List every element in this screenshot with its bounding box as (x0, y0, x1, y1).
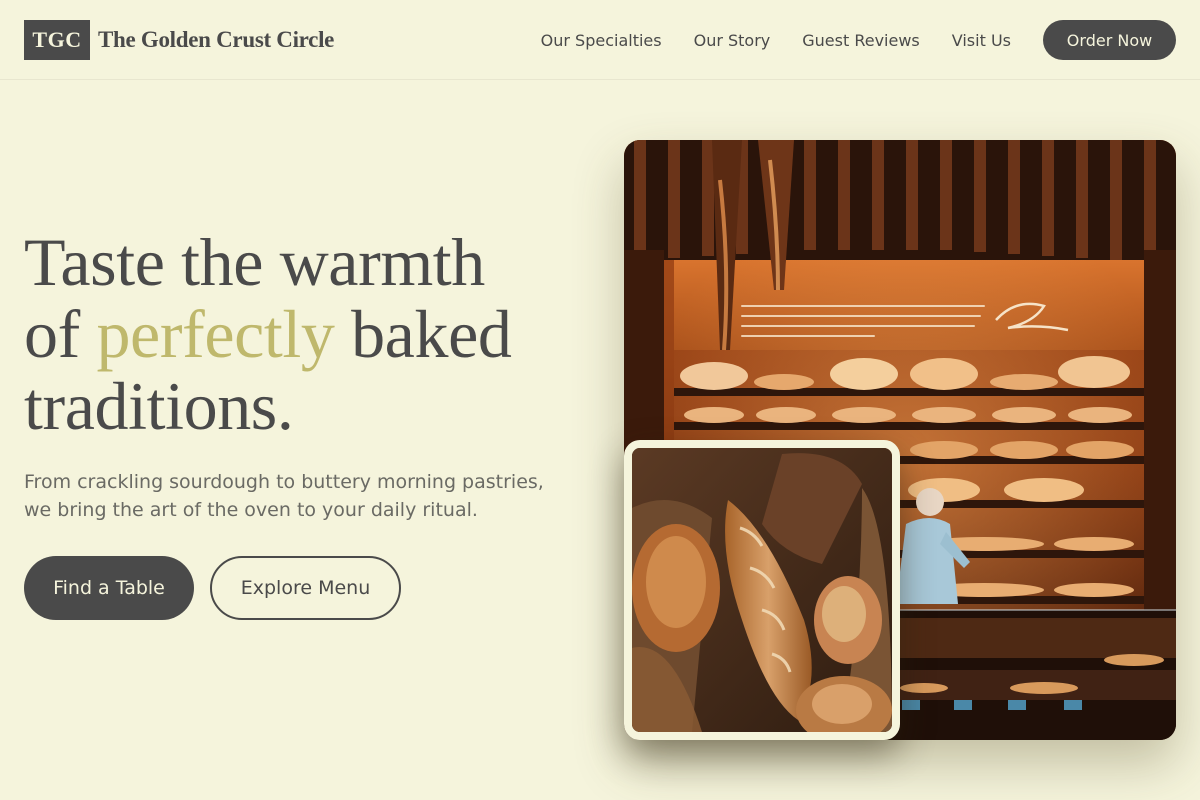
main-nav: Our Specialties Our Story Guest Reviews … (541, 20, 1176, 60)
logo-mark: TGC (24, 20, 90, 60)
find-table-button[interactable]: Find a Table (24, 556, 194, 620)
headline-line-1: Taste the warmth (24, 224, 485, 300)
hero-cta-group: Find a Table Explore Menu (24, 556, 584, 620)
headline-line-2-suffix: baked (334, 296, 512, 372)
nav-link-reviews[interactable]: Guest Reviews (802, 31, 920, 50)
headline-line-2-prefix: of (24, 296, 97, 372)
explore-menu-button[interactable]: Explore Menu (210, 556, 401, 620)
brand-name: The Golden Crust Circle (98, 27, 335, 52)
site-header: TGC The Golden Crust Circle Our Specialt… (0, 0, 1200, 80)
headline-accent-word: perfectly (96, 296, 335, 372)
nav-link-visit[interactable]: Visit Us (952, 31, 1011, 50)
bread-basket-illustration (632, 448, 892, 732)
artisan-bread-basket-photo (624, 440, 900, 740)
brand-logo[interactable]: TGC The Golden Crust Circle (24, 20, 334, 60)
hero-subtitle: From crackling sourdough to buttery morn… (24, 471, 544, 521)
nav-link-story[interactable]: Our Story (694, 31, 771, 50)
order-now-button[interactable]: Order Now (1043, 20, 1176, 60)
hero-headline: Taste the warmth of perfectly baked trad… (24, 226, 584, 442)
hero-section: Taste the warmth of perfectly baked trad… (24, 226, 584, 620)
nav-link-specialties[interactable]: Our Specialties (541, 31, 662, 50)
headline-line-3: traditions. (24, 368, 294, 444)
